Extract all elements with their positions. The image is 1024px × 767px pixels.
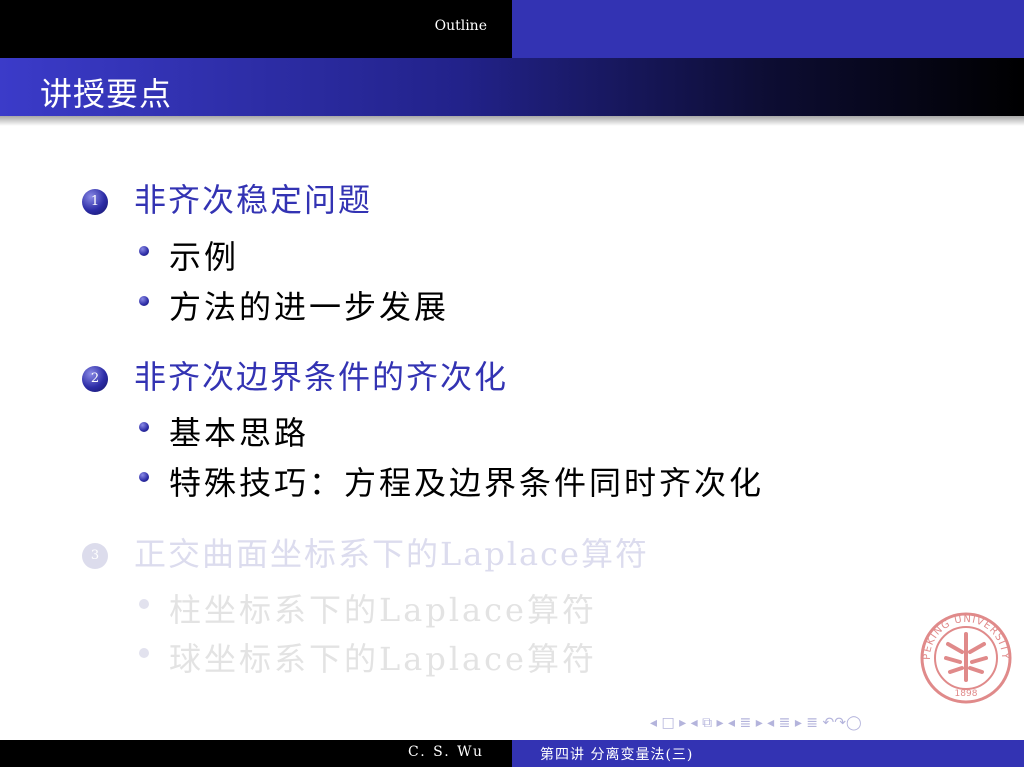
section-number-3: 3 [82,543,108,569]
title-shadow [0,116,1024,126]
frame-title-bar: 讲授要点 [0,58,1024,116]
footer-author: C. S. Wu [408,744,484,760]
section-number-2: 2 [82,366,108,392]
item-text: 方法的进一步发展 [169,288,450,326]
header-bar: Outline [0,0,1024,58]
footer-course-title: 第四讲 分离变量法(三) [540,747,694,763]
section-title-1[interactable]: 非齐次稳定问题 [134,175,372,221]
item-text: 特殊技巧：方程及边界条件同时齐次化 [169,464,765,502]
header-right-panel [512,0,1024,58]
university-seal-logo: PEKING UNIVERSITY 1898 [920,612,1012,704]
section-number-1: 1 [82,189,108,215]
footer-bar: C. S. Wu 第四讲 分离变量法(三) [0,740,1024,767]
outline-link[interactable]: Outline [0,18,512,34]
beamer-navigation-icons[interactable]: ◂ □ ▸ ◂ ⧉ ▸ ◂ ≣ ▸ ◂ ≣ ▸ ≣ ↶↷◯ [650,715,1010,735]
bullet-icon [139,246,149,256]
item-text: 基本思路 [169,414,310,452]
frame-title: 讲授要点 [40,75,173,113]
section-title-2[interactable]: 非齐次边界条件的齐次化 [134,352,508,398]
item-text: 球坐标系下的Laplace算符 [169,640,597,678]
bullet-icon [139,648,149,658]
item-text: 示例 [169,238,240,276]
bullet-icon [139,599,149,609]
bullet-icon [139,472,149,482]
item-text: 柱坐标系下的Laplace算符 [169,591,597,629]
svg-text:1898: 1898 [955,689,978,699]
bullet-icon [139,296,149,306]
section-title-3[interactable]: 正交曲面坐标系下的Laplace算符 [134,529,649,575]
bullet-icon [139,422,149,432]
